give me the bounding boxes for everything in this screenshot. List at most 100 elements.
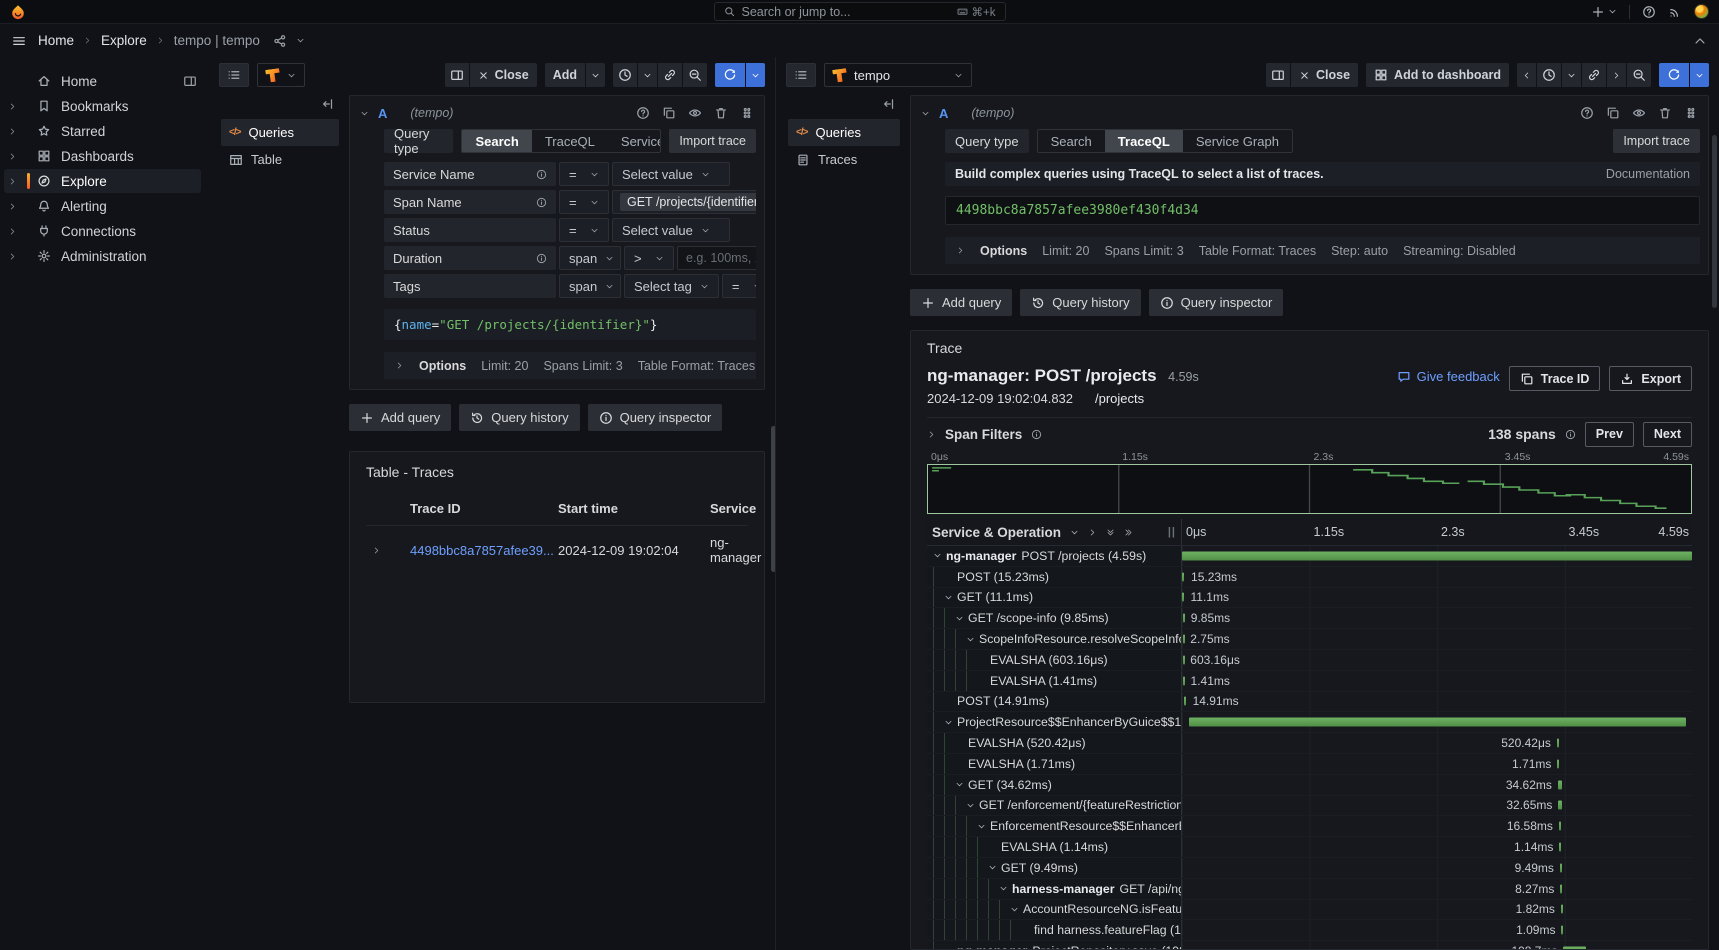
help-icon[interactable] xyxy=(1642,5,1656,19)
span-row[interactable]: EVALSHA (1.41ms)1.41ms xyxy=(927,671,1692,692)
sidebar-item-starred[interactable]: Starred xyxy=(4,119,201,143)
sidebar-item-home[interactable]: Home xyxy=(4,69,201,93)
span-duration-bar[interactable] xyxy=(1558,780,1562,789)
span-timeline-cell[interactable] xyxy=(1182,546,1692,566)
span-timeline-cell[interactable]: 14.91ms xyxy=(1182,692,1692,712)
add-button[interactable]: Add xyxy=(545,63,585,87)
toggle-visibility-icon[interactable] xyxy=(688,106,702,120)
span-timeline-cell[interactable]: 2.75ms xyxy=(1182,629,1692,649)
traceql-query-input[interactable]: 4498bbc8a7857afee3980ef430f4d34 xyxy=(945,196,1700,225)
side-tab-table[interactable]: Table xyxy=(221,146,339,173)
side-tab-traces[interactable]: Traces xyxy=(788,146,900,173)
chevron-down-icon[interactable] xyxy=(360,109,369,118)
sidebar-item-connections[interactable]: Connections xyxy=(4,219,201,243)
breadcrumb-explore[interactable]: Explore xyxy=(101,33,147,48)
query-type-tab-traceql[interactable]: TraceQL xyxy=(1105,130,1183,152)
span-duration-bar[interactable] xyxy=(1560,884,1562,893)
move-pane-left-button[interactable] xyxy=(1517,63,1536,87)
column-resize-handle[interactable]: || xyxy=(1168,526,1176,538)
span-duration-bar[interactable] xyxy=(1557,759,1559,768)
span-timeline-cell[interactable]: 16.58ms xyxy=(1182,816,1692,836)
span-timeline-cell[interactable]: 1.82ms xyxy=(1182,900,1692,920)
span-collapse-icon[interactable] xyxy=(999,884,1012,893)
add-to-dashboard-button[interactable]: Add to dashboard xyxy=(1366,63,1509,87)
sync-times-button[interactable] xyxy=(658,63,682,87)
service-name-operator[interactable]: = xyxy=(559,162,609,186)
run-query-button-left[interactable] xyxy=(715,63,745,87)
span-duration-bar[interactable] xyxy=(1183,614,1185,623)
grafana-logo-icon[interactable] xyxy=(10,4,26,20)
news-icon[interactable] xyxy=(1668,5,1682,19)
span-row[interactable]: ng-managerPOST /projects (4.59s) xyxy=(927,546,1692,567)
sidebar-item-explore[interactable]: Explore xyxy=(4,169,201,193)
span-row[interactable]: AccountResourceNG.isFeatureFlagEn1.82ms xyxy=(927,900,1692,921)
span-timeline-cell[interactable]: 520.42μs xyxy=(1182,733,1692,753)
close-pane-button-left[interactable]: Close xyxy=(470,63,537,87)
add-query-button[interactable]: Add query xyxy=(349,404,451,431)
span-row[interactable]: GET (11.1ms)11.1ms xyxy=(927,588,1692,609)
span-timeline-cell[interactable]: 1.14ms xyxy=(1182,837,1692,857)
tags-tag-select[interactable]: Select tag xyxy=(624,274,719,298)
documentation-link[interactable]: Documentation xyxy=(1606,167,1690,181)
tags-operator[interactable]: = xyxy=(722,274,756,298)
span-duration-bar[interactable] xyxy=(1182,572,1184,581)
query-rows-icon[interactable] xyxy=(219,63,249,87)
collapse-sidebar-icon[interactable] xyxy=(882,97,896,111)
drag-handle-icon[interactable] xyxy=(1684,106,1698,120)
expand-all-icon[interactable] xyxy=(1124,528,1133,537)
span-duration-bar[interactable] xyxy=(1561,926,1563,935)
trace-id-button[interactable]: Trace ID xyxy=(1509,366,1601,391)
span-duration-bar[interactable] xyxy=(1182,593,1184,602)
span-collapse-icon[interactable] xyxy=(944,593,957,602)
span-timeline-cell[interactable]: 9.49ms xyxy=(1182,858,1692,878)
zoom-out-button[interactable] xyxy=(683,63,707,87)
span-timeline-cell[interactable]: 11.1ms xyxy=(1182,588,1692,608)
right-pane-scrollbar[interactable] xyxy=(1711,127,1718,950)
options-summary-left[interactable]: Options Limit: 20Spans Limit: 3Table For… xyxy=(384,352,756,379)
span-duration-bar[interactable] xyxy=(1559,822,1561,831)
service-name-value[interactable]: Select value xyxy=(612,162,730,186)
sync-times-button[interactable] xyxy=(1582,63,1606,87)
span-row[interactable]: EnforcementResource$$EnhancerByGuice$$16… xyxy=(927,816,1692,837)
span-timeline-cell[interactable]: 34.62ms xyxy=(1182,775,1692,795)
expand-row-icon[interactable] xyxy=(366,546,410,555)
span-collapse-icon[interactable] xyxy=(1010,905,1023,914)
chevron-right-icon[interactable] xyxy=(927,430,936,439)
span-timeline-cell[interactable]: 1.71ms xyxy=(1182,754,1692,774)
sidebar-item-administration[interactable]: Administration xyxy=(4,244,201,268)
chevron-down-icon[interactable] xyxy=(921,109,930,118)
trace-id-link[interactable]: 4498bbc8a7857afee39... xyxy=(410,543,554,558)
import-trace-button[interactable]: Import trace xyxy=(669,129,756,153)
status-value[interactable]: Select value xyxy=(612,218,730,242)
query-type-tab-search[interactable]: Search xyxy=(1038,130,1105,152)
span-timeline-cell[interactable]: 1.09ms xyxy=(1182,920,1692,940)
delete-query-icon[interactable] xyxy=(1658,106,1672,120)
span-name-value[interactable]: GET /projects/{identifier} xyxy=(612,190,756,214)
table-row[interactable]: 4498bbc8a7857afee39...2024-12-09 19:02:0… xyxy=(366,525,748,574)
span-collapse-icon[interactable] xyxy=(944,718,957,727)
query-history-button[interactable]: Query history xyxy=(459,404,579,431)
breadcrumb-home[interactable]: Home xyxy=(38,33,74,48)
span-row[interactable]: EVALSHA (1.14ms)1.14ms xyxy=(927,837,1692,858)
span-row[interactable]: find harness.featureFlag (1.09ms)1.09ms xyxy=(927,920,1692,941)
prev-button[interactable]: Prev xyxy=(1585,422,1634,447)
span-duration-bar[interactable] xyxy=(1561,905,1563,914)
span-collapse-icon[interactable] xyxy=(955,780,968,789)
run-query-caret-left[interactable] xyxy=(746,63,765,87)
span-duration-bar[interactable] xyxy=(1183,676,1185,685)
duration-scope[interactable]: span xyxy=(559,246,621,270)
span-filters-label[interactable]: Span Filters xyxy=(945,427,1022,442)
span-duration-bar[interactable] xyxy=(1563,947,1585,949)
import-trace-button[interactable]: Import trace xyxy=(1613,129,1700,153)
duplicate-query-icon[interactable] xyxy=(662,106,676,120)
time-picker-caret[interactable] xyxy=(638,63,657,87)
export-button[interactable]: Export xyxy=(1609,366,1692,391)
collapse-header-icon[interactable] xyxy=(1693,34,1707,48)
span-row[interactable]: GET (9.49ms)9.49ms xyxy=(927,858,1692,879)
span-row[interactable]: POST (14.91ms)14.91ms xyxy=(927,692,1692,713)
sidebar-item-bookmarks[interactable]: Bookmarks xyxy=(4,94,201,118)
span-timeline-cell[interactable]: 603.16μs xyxy=(1182,650,1692,670)
status-operator[interactable]: = xyxy=(559,218,609,242)
span-collapse-icon[interactable] xyxy=(966,635,979,644)
duration-operator[interactable]: > xyxy=(624,246,674,270)
